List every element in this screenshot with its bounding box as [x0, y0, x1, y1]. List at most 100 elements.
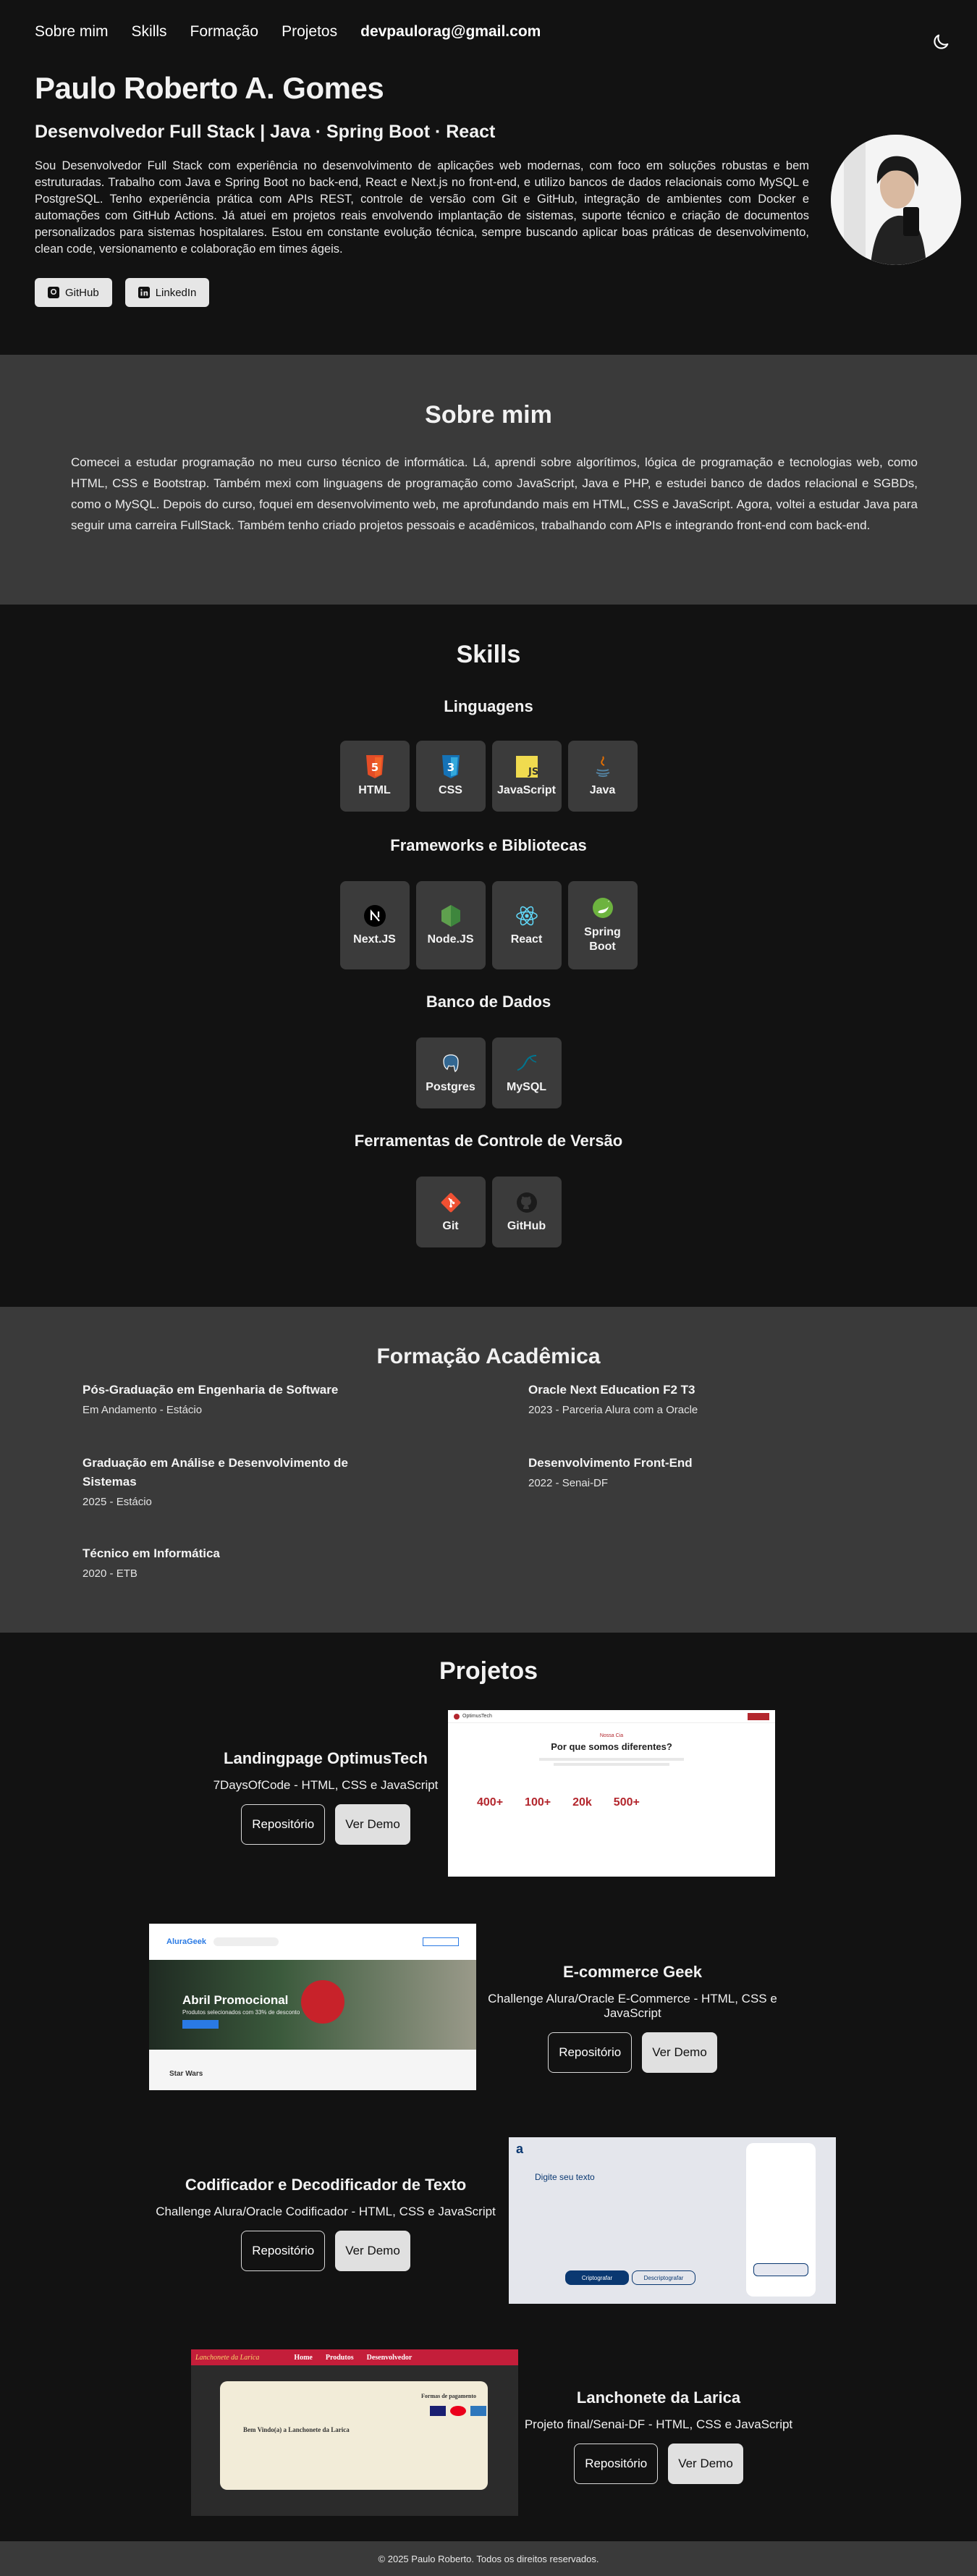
geek-banner-button-icon: [182, 2020, 219, 2029]
github-button[interactable]: GitHub: [35, 278, 112, 307]
linkedin-button[interactable]: LinkedIn: [124, 278, 210, 307]
skill-label: React: [510, 933, 543, 946]
skills-category-frameworks: Frameworks e Bibliotecas: [390, 836, 587, 854]
project-desc: 7DaysOfCode - HTML, CSS e JavaScript: [213, 1778, 439, 1792]
nav-link-skills[interactable]: Skills: [132, 23, 167, 41]
avatar: [831, 135, 961, 265]
project-title: Codificador e Decodificador de Texto: [185, 2176, 467, 2194]
demo-button[interactable]: Ver Demo: [668, 2444, 743, 2484]
optimus-eyebrow: Nossa Cia: [599, 1733, 624, 1738]
project-desc: Challenge Alura/Oracle Codificador - HTM…: [156, 2205, 496, 2218]
postgresql-icon: [439, 1052, 462, 1075]
education-item-sub: 2022 - Senai-DF: [528, 1477, 609, 1489]
projects-section: Projetos Landingpage OptimusTech 7DaysOf…: [0, 1633, 977, 2541]
skill-label: Git: [442, 1220, 459, 1232]
education-item: Pós-Graduação em Engenharia de Software …: [83, 1381, 358, 1416]
geek-login-icon: [423, 1937, 459, 1946]
skill-label: JavaScript: [497, 784, 556, 796]
education-item: Desenvolvimento Front-End 2022 - Senai-D…: [528, 1454, 803, 1489]
larica-welcome: Bem Vindo(a) a Lanchonete da Larica: [243, 2426, 350, 2433]
repo-button[interactable]: Repositório: [241, 2231, 326, 2271]
optimus-cta-icon: [748, 1712, 769, 1720]
education-item-title: Pós-Graduação em Engenharia de Software: [83, 1383, 339, 1397]
nav-link-sobre-mim[interactable]: Sobre mim: [35, 23, 109, 41]
skill-label: MySQL: [506, 1081, 547, 1093]
larica-payment-title: Formas de pagamento: [421, 2393, 476, 2399]
larica-nav-item: Produtos: [325, 2353, 354, 2362]
skill-card-css: 3 CSS: [415, 741, 486, 812]
svg-text:JS: JS: [528, 767, 538, 778]
skills-row-databases: Postgres MySQL: [0, 1037, 977, 1108]
project-screenshot-ecommerce-geek: AluraGeek Abril Promocional Produtos sel…: [149, 1924, 476, 2090]
geek-banner-sub: Produtos selecionados com 33% de descont…: [182, 2009, 300, 2016]
optimus-stat: 100+: [525, 1796, 551, 1809]
skill-label: GitHub: [507, 1220, 546, 1232]
education-item-title: Técnico em Informática: [83, 1546, 220, 1560]
profile-role: Desenvolvedor Full Stack | Java · Spring…: [35, 122, 496, 142]
project-screenshot-larica: Lanchonete da Larica Home Produtos Desen…: [191, 2349, 518, 2516]
demo-button[interactable]: Ver Demo: [335, 1804, 410, 1845]
about-text: Comecei a estudar programação no meu cur…: [71, 455, 918, 532]
larica-brand: Lanchonete da Larica: [195, 2353, 260, 2362]
project-card: E-commerce Geek Challenge Alura/Oracle E…: [481, 1963, 784, 2073]
skill-card-mysql: MySQL: [491, 1037, 562, 1108]
skills-category-languages: Linguagens: [444, 697, 533, 715]
coder-copy-icon: [753, 2263, 808, 2276]
skill-card-react: React: [491, 881, 562, 969]
education-item: Oracle Next Education F2 T3 2023 - Parce…: [528, 1381, 803, 1416]
skill-card-javascript: JS JavaScript: [491, 741, 562, 812]
education-item-sub: 2020 - ETB: [83, 1567, 138, 1580]
repo-button[interactable]: Repositório: [548, 2032, 633, 2073]
skills-category-databases: Banco de Dados: [426, 993, 551, 1011]
about-title: Sobre mim: [425, 401, 552, 429]
svg-text:3: 3: [447, 761, 454, 774]
geek-section-title: Star Wars: [149, 2050, 476, 2090]
project-desc: Projeto final/Senai-DF - HTML, CSS e Jav…: [524, 2417, 793, 2431]
skills-row-vcs: Git GitHub: [0, 1177, 977, 1247]
skill-label: Next.JS: [353, 933, 396, 946]
demo-button[interactable]: Ver Demo: [642, 2032, 717, 2073]
nav-link-projetos[interactable]: Projetos: [282, 23, 337, 41]
skill-card-github: GitHub: [491, 1177, 562, 1247]
larica-content-box: Bem Vindo(a) a Lanchonete da Larica Form…: [220, 2381, 488, 2490]
larica-nav-item: Home: [294, 2353, 313, 2362]
demo-button[interactable]: Ver Demo: [335, 2231, 410, 2271]
skills-row-languages: 5 HTML 3 CSS JS JavaScript Java: [0, 741, 977, 812]
education-item: Graduação em Análise e Desenvolvimento d…: [83, 1454, 358, 1508]
skill-label: CSS: [439, 784, 462, 796]
education-item-sub: 2023 - Parceria Alura com a Oracle: [528, 1404, 698, 1416]
profile-name: Paulo Roberto A. Gomes: [35, 71, 384, 105]
skill-card-java: Java: [567, 741, 638, 812]
project-title: E-commerce Geek: [563, 1963, 702, 1981]
skill-label: Postgres: [426, 1081, 475, 1093]
nav-email-link[interactable]: devpaulorag@gmail.com: [360, 23, 541, 41]
nodejs-icon: [439, 904, 462, 927]
skill-label: HTML: [358, 784, 391, 796]
projects-title: Projetos: [439, 1657, 538, 1685]
geek-banner-title: Abril Promocional: [182, 1993, 289, 2007]
nextjs-icon: [363, 904, 386, 927]
profile-bio: Sou Desenvolvedor Full Stack com experiê…: [35, 159, 809, 256]
skill-label: Node.JS: [427, 933, 474, 946]
project-card: Lanchonete da Larica Projeto final/Senai…: [518, 2388, 799, 2484]
larica-nav-item: Desenvolvedor: [366, 2353, 413, 2362]
repo-button[interactable]: Repositório: [574, 2444, 659, 2484]
larica-payment-cards-icon: [430, 2406, 486, 2416]
repo-button[interactable]: Repositório: [241, 1804, 326, 1845]
skill-card-nodejs: Node.JS: [415, 881, 486, 969]
linkedin-icon: [138, 287, 150, 298]
project-card: Codificador e Decodificador de Texto Cha…: [152, 2176, 499, 2271]
project-title: Lanchonete da Larica: [576, 2388, 741, 2407]
project-screenshot-optimustech: OptimusTech Nossa Cia Por que somos dife…: [448, 1710, 775, 1877]
nav-link-formacao[interactable]: Formação: [190, 23, 259, 41]
education-item-sub: 2025 - Estácio: [83, 1496, 152, 1508]
geek-brand: AluraGeek: [166, 1937, 207, 1946]
github-icon: [48, 287, 59, 298]
education-section: Formação Acadêmica Pós-Graduação em Enge…: [0, 1307, 977, 1633]
theme-toggle-moon-icon[interactable]: [931, 32, 951, 52]
education-item-title: Desenvolvimento Front-End: [528, 1456, 693, 1470]
optimus-stat: 400+: [477, 1796, 504, 1809]
optimus-logo-icon: [454, 1713, 460, 1720]
coder-encrypt-preview: Criptografar: [565, 2270, 629, 2285]
optimus-brand: OptimusTech: [462, 1714, 492, 1719]
